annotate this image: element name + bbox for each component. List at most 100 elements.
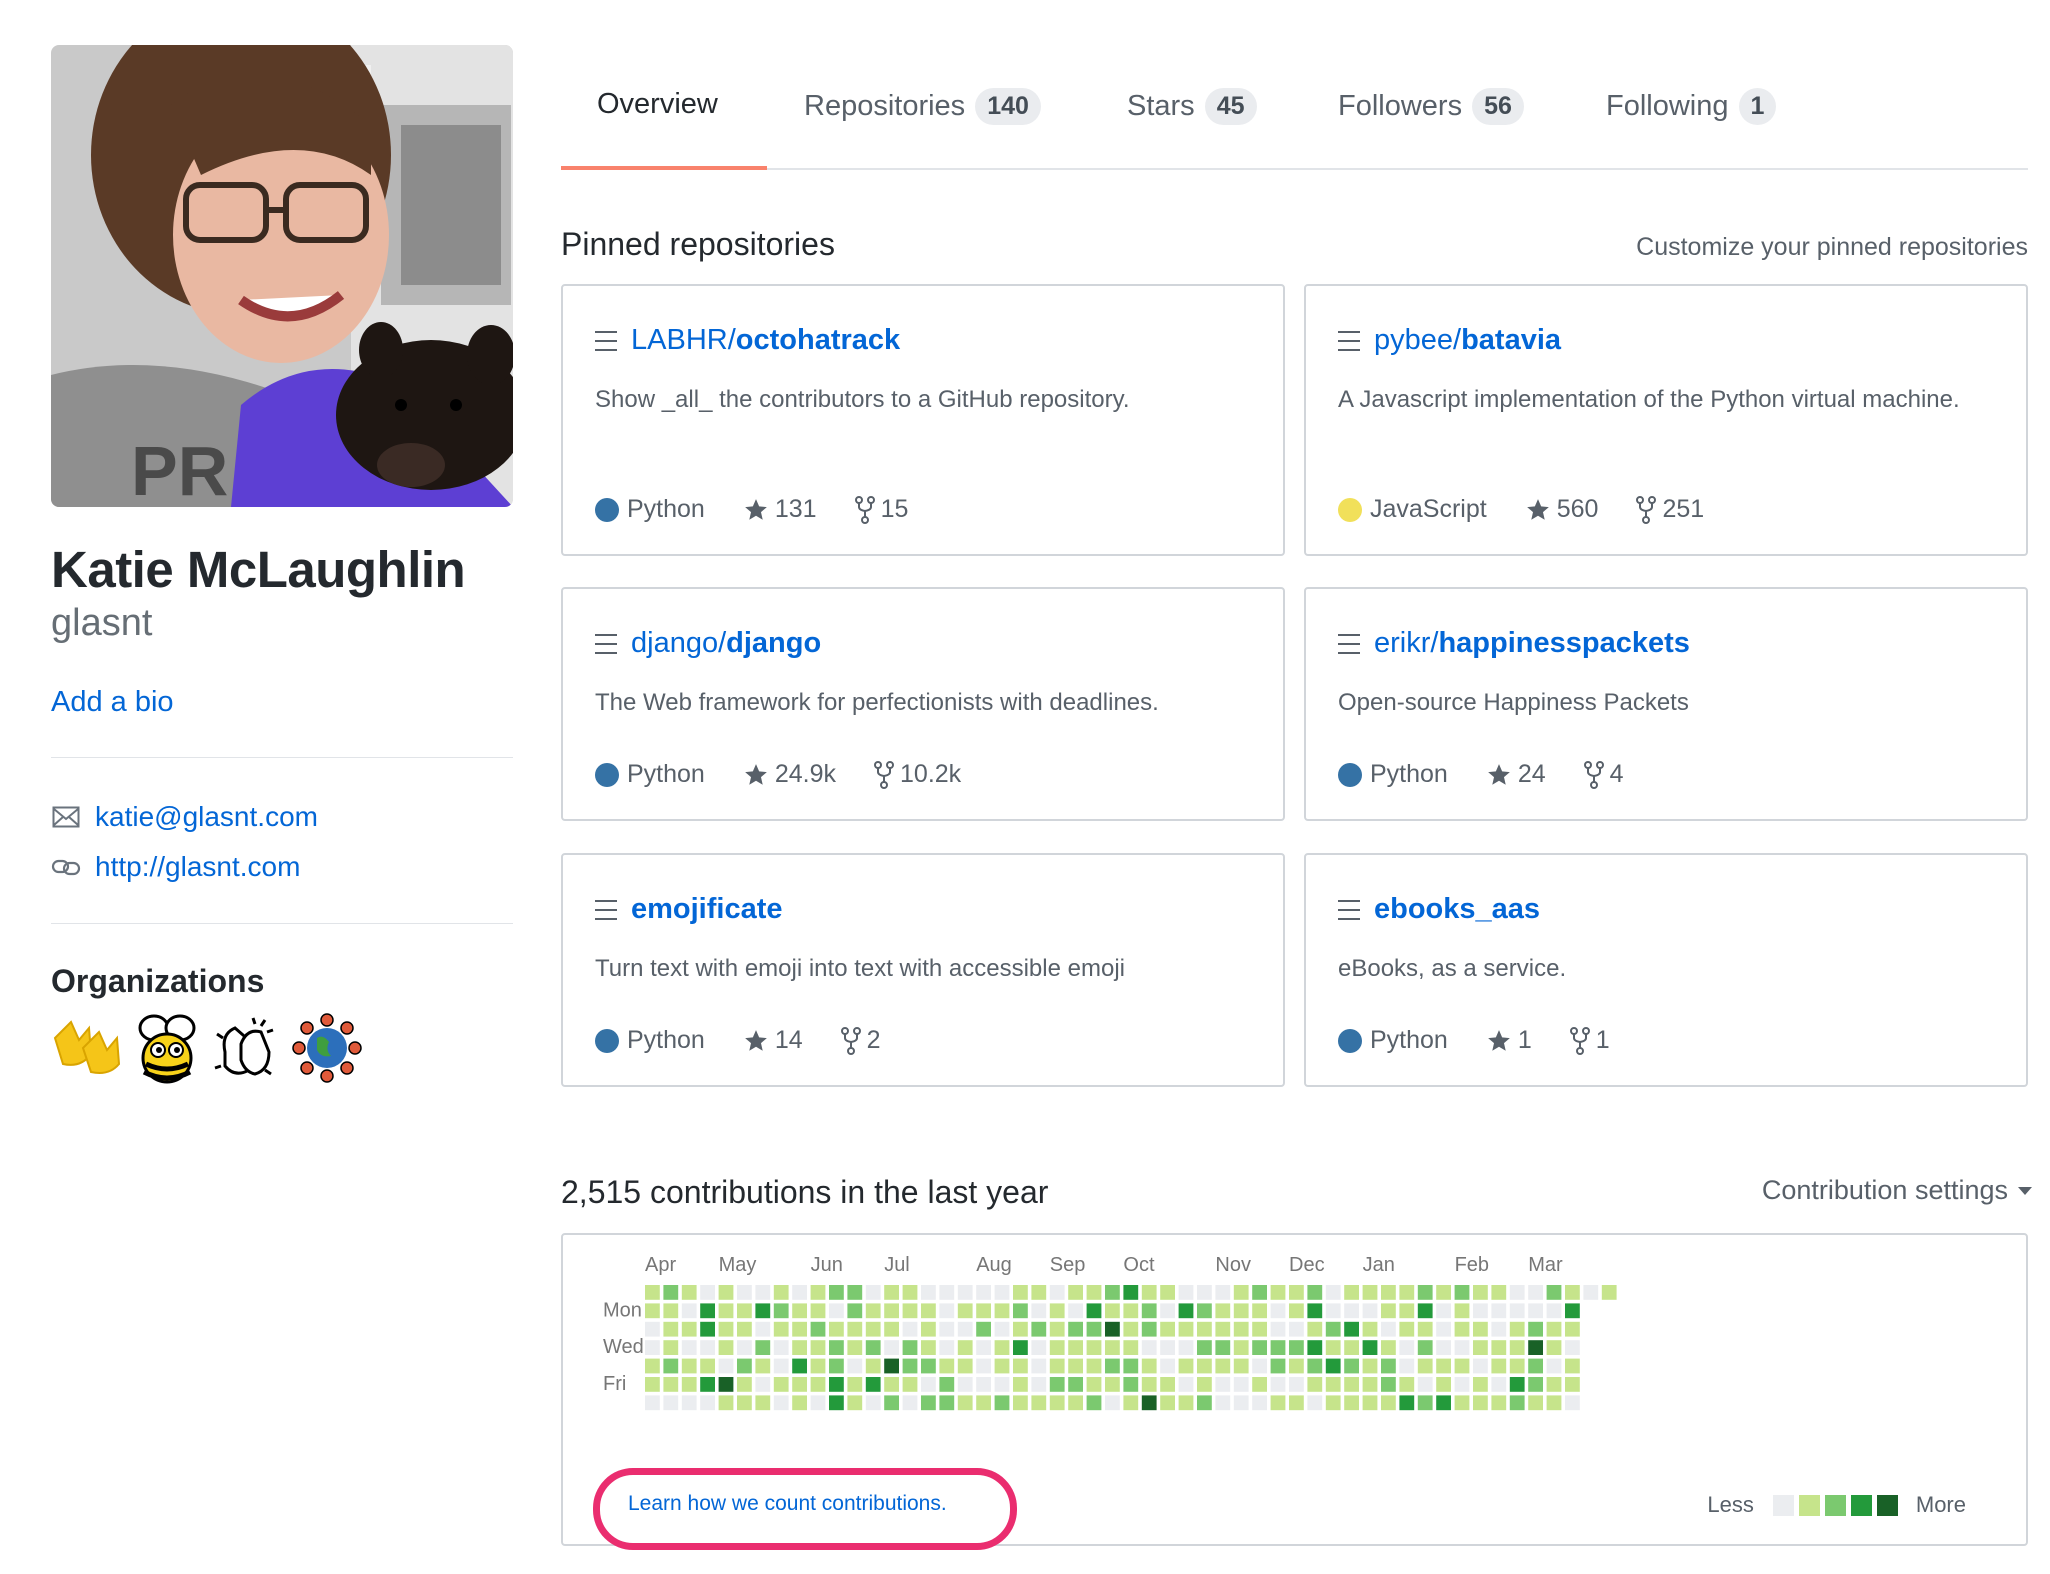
- contribution-day-cell[interactable]: [700, 1285, 715, 1300]
- contribution-day-cell[interactable]: [773, 1377, 789, 1392]
- contribution-day-cell[interactable]: [755, 1377, 771, 1392]
- contribution-day-cell[interactable]: [1197, 1321, 1212, 1337]
- contribution-day-cell[interactable]: [663, 1285, 679, 1300]
- contribution-day-cell[interactable]: [1436, 1340, 1451, 1355]
- contribution-day-cell[interactable]: [1031, 1303, 1047, 1319]
- contribution-day-cell[interactable]: [1013, 1395, 1028, 1411]
- contribution-day-cell[interactable]: [976, 1377, 991, 1392]
- contribution-day-cell[interactable]: [829, 1358, 844, 1374]
- contribution-day-cell[interactable]: [1601, 1285, 1617, 1300]
- contribution-day-cell[interactable]: [1436, 1303, 1451, 1319]
- repo-stars[interactable]: 24: [1486, 760, 1546, 789]
- contribution-day-cell[interactable]: [1197, 1340, 1212, 1355]
- contribution-day-cell[interactable]: [1141, 1340, 1157, 1355]
- contribution-day-cell[interactable]: [718, 1303, 734, 1319]
- contribution-day-cell[interactable]: [1252, 1377, 1267, 1392]
- contribution-day-cell[interactable]: [663, 1395, 679, 1411]
- contribution-day-cell[interactable]: [1546, 1321, 1562, 1337]
- contribution-day-cell[interactable]: [847, 1358, 863, 1374]
- contribution-day-cell[interactable]: [1417, 1321, 1433, 1337]
- contribution-day-cell[interactable]: [1325, 1285, 1341, 1300]
- contribution-day-cell[interactable]: [1049, 1321, 1065, 1337]
- contribution-day-cell[interactable]: [1141, 1285, 1157, 1300]
- contribution-day-cell[interactable]: [939, 1321, 955, 1337]
- contribution-day-cell[interactable]: [737, 1303, 752, 1319]
- website-row[interactable]: http://glasnt.com: [51, 851, 300, 883]
- contribution-day-cell[interactable]: [1509, 1303, 1525, 1319]
- contribution-day-cell[interactable]: [1509, 1340, 1525, 1355]
- contribution-day-cell[interactable]: [829, 1303, 844, 1319]
- contribution-day-cell[interactable]: [921, 1340, 936, 1355]
- contribution-day-cell[interactable]: [1473, 1340, 1488, 1355]
- contribution-day-cell[interactable]: [1491, 1285, 1507, 1300]
- contribution-day-cell[interactable]: [1381, 1358, 1396, 1374]
- contribution-day-cell[interactable]: [1123, 1303, 1139, 1319]
- repo-stars[interactable]: 131: [743, 495, 817, 524]
- contribution-day-cell[interactable]: [1473, 1358, 1488, 1374]
- repo-stars[interactable]: 1: [1486, 1026, 1532, 1055]
- contribution-day-cell[interactable]: [1417, 1340, 1433, 1355]
- contribution-day-cell[interactable]: [1381, 1340, 1396, 1355]
- contribution-day-cell[interactable]: [737, 1340, 752, 1355]
- contribution-day-cell[interactable]: [773, 1340, 789, 1355]
- contribution-day-cell[interactable]: [1178, 1303, 1194, 1319]
- yellow-duck-feet-icon[interactable]: [51, 1012, 123, 1084]
- contribution-day-cell[interactable]: [1068, 1303, 1083, 1319]
- contribution-day-cell[interactable]: [1436, 1285, 1451, 1300]
- contribution-day-cell[interactable]: [847, 1321, 863, 1337]
- contribution-day-cell[interactable]: [1068, 1358, 1083, 1374]
- contribution-day-cell[interactable]: [902, 1303, 918, 1319]
- contribution-day-cell[interactable]: [1252, 1321, 1267, 1337]
- contribution-day-cell[interactable]: [1049, 1285, 1065, 1300]
- contribution-day-cell[interactable]: [1197, 1285, 1212, 1300]
- contribution-day-cell[interactable]: [1178, 1321, 1194, 1337]
- contribution-day-cell[interactable]: [1252, 1285, 1267, 1300]
- contribution-day-cell[interactable]: [1565, 1358, 1580, 1374]
- contribution-day-cell[interactable]: [1123, 1395, 1139, 1411]
- contribution-day-cell[interactable]: [1178, 1395, 1194, 1411]
- contribution-day-cell[interactable]: [1325, 1377, 1341, 1392]
- learn-contributions-link[interactable]: Learn how we count contributions.: [628, 1492, 947, 1516]
- contribution-day-cell[interactable]: [1160, 1285, 1175, 1300]
- contribution-day-cell[interactable]: [1307, 1285, 1323, 1300]
- contribution-day-cell[interactable]: [1546, 1285, 1562, 1300]
- contribution-day-cell[interactable]: [755, 1358, 771, 1374]
- contribution-day-cell[interactable]: [865, 1377, 881, 1392]
- contribution-day-cell[interactable]: [1289, 1377, 1304, 1392]
- contribution-day-cell[interactable]: [792, 1377, 807, 1392]
- contribution-day-cell[interactable]: [1344, 1321, 1359, 1337]
- email-link[interactable]: katie@glasnt.com: [95, 801, 318, 833]
- contribution-day-cell[interactable]: [792, 1395, 807, 1411]
- contribution-day-cell[interactable]: [663, 1340, 679, 1355]
- contribution-day-cell[interactable]: [1160, 1395, 1175, 1411]
- contribution-day-cell[interactable]: [718, 1395, 734, 1411]
- contribution-day-cell[interactable]: [1105, 1285, 1120, 1300]
- contribution-day-cell[interactable]: [1086, 1358, 1102, 1374]
- contribution-day-cell[interactable]: [1289, 1395, 1304, 1411]
- contribution-day-cell[interactable]: [1362, 1395, 1378, 1411]
- contribution-day-cell[interactable]: [1399, 1358, 1415, 1374]
- contribution-day-cell[interactable]: [810, 1377, 826, 1392]
- contribution-day-cell[interactable]: [1233, 1377, 1249, 1392]
- contribution-day-cell[interactable]: [1454, 1395, 1470, 1411]
- contribution-day-cell[interactable]: [792, 1303, 807, 1319]
- contribution-day-cell[interactable]: [847, 1377, 863, 1392]
- contribution-day-cell[interactable]: [921, 1358, 936, 1374]
- contribution-day-cell[interactable]: [1215, 1303, 1231, 1319]
- contribution-day-cell[interactable]: [1454, 1358, 1470, 1374]
- contribution-day-cell[interactable]: [1436, 1377, 1451, 1392]
- contribution-day-cell[interactable]: [1049, 1395, 1065, 1411]
- contribution-day-cell[interactable]: [994, 1303, 1010, 1319]
- contribution-day-cell[interactable]: [1436, 1395, 1451, 1411]
- contribution-day-cell[interactable]: [976, 1285, 991, 1300]
- contribution-day-cell[interactable]: [1086, 1395, 1102, 1411]
- contribution-day-cell[interactable]: [1049, 1377, 1065, 1392]
- contribution-day-cell[interactable]: [1546, 1377, 1562, 1392]
- contribution-day-cell[interactable]: [1381, 1395, 1396, 1411]
- contribution-day-cell[interactable]: [1270, 1303, 1286, 1319]
- contribution-day-cell[interactable]: [810, 1358, 826, 1374]
- avatar[interactable]: PR: [51, 45, 513, 507]
- contribution-day-cell[interactable]: [829, 1340, 844, 1355]
- contribution-day-cell[interactable]: [939, 1285, 955, 1300]
- contribution-day-cell[interactable]: [663, 1377, 679, 1392]
